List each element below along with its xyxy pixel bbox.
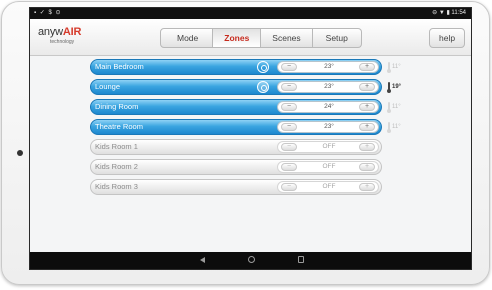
setpoint-value: 23° <box>324 123 334 130</box>
zone-row-main-bedroom[interactable]: Main Bedroom − 23° + <box>90 59 382 75</box>
zone-row-theatre-room[interactable]: Theatre Room − 23° + <box>90 119 382 135</box>
increase-button[interactable]: + <box>359 83 375 91</box>
back-icon[interactable] <box>200 257 205 263</box>
setpoint-value: OFF <box>322 143 336 150</box>
recents-icon[interactable] <box>298 256 304 263</box>
tab-bar: Mode Zones Scenes Setup <box>160 28 362 48</box>
zone-name: Kids Room 3 <box>95 182 138 191</box>
tab-mode[interactable]: Mode <box>160 28 214 48</box>
decrease-button[interactable]: − <box>281 63 297 71</box>
temperature-value: 11° <box>392 104 401 110</box>
logo-main: anyw <box>38 26 63 38</box>
thermometer-icon <box>387 122 391 133</box>
setpoint-value: OFF <box>322 163 336 170</box>
logo-wordmark: anywAIR <box>38 26 81 38</box>
decrease-button[interactable]: − <box>281 183 297 191</box>
setpoint-stepper: − OFF + <box>277 181 379 193</box>
setpoint-stepper: − 24° + <box>277 101 379 113</box>
increase-button[interactable]: + <box>359 63 375 71</box>
target-icon[interactable] <box>257 61 269 73</box>
zone-row-kids-room-2[interactable]: Kids Room 2 − OFF + <box>90 159 382 175</box>
setpoint-stepper: − 23° + <box>277 121 379 133</box>
zone-name: Theatre Room <box>95 122 143 131</box>
setpoint-value: 23° <box>324 83 334 90</box>
tab-scenes[interactable]: Scenes <box>261 28 313 48</box>
tab-zones[interactable]: Zones <box>213 28 262 48</box>
screen: ▪ ✓ $ ⊙ ⊖ ▼ ▮ 11:54 anywAIR technology M… <box>29 7 472 270</box>
zone-row-dining-room[interactable]: Dining Room − 24° + <box>90 99 382 115</box>
setpoint-value: 23° <box>324 63 334 70</box>
zone-name: Kids Room 2 <box>95 162 138 171</box>
decrease-button[interactable]: − <box>281 163 297 171</box>
app-header: anywAIR technology Mode Zones Scenes Set… <box>30 19 471 56</box>
zone-temperature: 11° <box>387 61 401 77</box>
setpoint-stepper: − 23° + <box>277 61 379 73</box>
help-button[interactable]: help <box>429 28 466 48</box>
decrease-button[interactable]: − <box>281 83 297 91</box>
target-icon[interactable] <box>257 81 269 93</box>
zone-name: Main Bedroom <box>95 62 144 71</box>
status-icons: ▪ ✓ $ ⊙ <box>34 10 62 16</box>
temperature-value: 11° <box>392 64 401 70</box>
increase-button[interactable]: + <box>359 123 375 131</box>
setpoint-value: OFF <box>322 183 336 190</box>
zone-row-kids-room-1[interactable]: Kids Room 1 − OFF + <box>90 139 382 155</box>
increase-button[interactable]: + <box>359 103 375 111</box>
tab-setup[interactable]: Setup <box>312 28 362 48</box>
tablet-frame: ▪ ✓ $ ⊙ ⊖ ▼ ▮ 11:54 anywAIR technology M… <box>1 1 490 285</box>
anywair-logo: anywAIR technology <box>38 26 81 45</box>
decrease-button[interactable]: − <box>281 143 297 151</box>
camera-icon <box>17 150 23 156</box>
increase-button[interactable]: + <box>359 163 375 171</box>
status-bar: ▪ ✓ $ ⊙ ⊖ ▼ ▮ 11:54 <box>30 8 471 19</box>
setpoint-value: 24° <box>324 103 334 110</box>
setpoint-stepper: − OFF + <box>277 141 379 153</box>
status-clock: ⊖ ▼ ▮ 11:54 <box>432 10 466 16</box>
zone-row-lounge[interactable]: Lounge − 23° + <box>90 79 382 95</box>
zone-temperature: 11° <box>387 101 401 117</box>
decrease-button[interactable]: − <box>281 103 297 111</box>
temperature-value: 11° <box>392 124 401 130</box>
zone-name: Kids Room 1 <box>95 142 138 151</box>
decrease-button[interactable]: − <box>281 123 297 131</box>
logo-accent: AIR <box>62 26 82 38</box>
increase-button[interactable]: + <box>359 183 375 191</box>
zone-row-kids-room-3[interactable]: Kids Room 3 − OFF + <box>90 179 382 195</box>
increase-button[interactable]: + <box>359 143 375 151</box>
setpoint-stepper: − 23° + <box>277 81 379 93</box>
logo-subtitle: technology <box>50 39 75 45</box>
thermometer-icon <box>387 102 391 113</box>
zone-name: Dining Room <box>95 102 139 111</box>
zone-name: Lounge <box>95 82 121 91</box>
zone-temperature: 11° <box>387 121 401 137</box>
home-icon[interactable] <box>248 256 255 263</box>
thermometer-icon <box>387 62 391 73</box>
thermometer-icon <box>387 82 391 93</box>
zone-temperature: 19° <box>387 81 401 97</box>
setpoint-stepper: − OFF + <box>277 161 379 173</box>
temperature-value: 19° <box>392 84 402 90</box>
android-nav-bar <box>30 252 471 269</box>
